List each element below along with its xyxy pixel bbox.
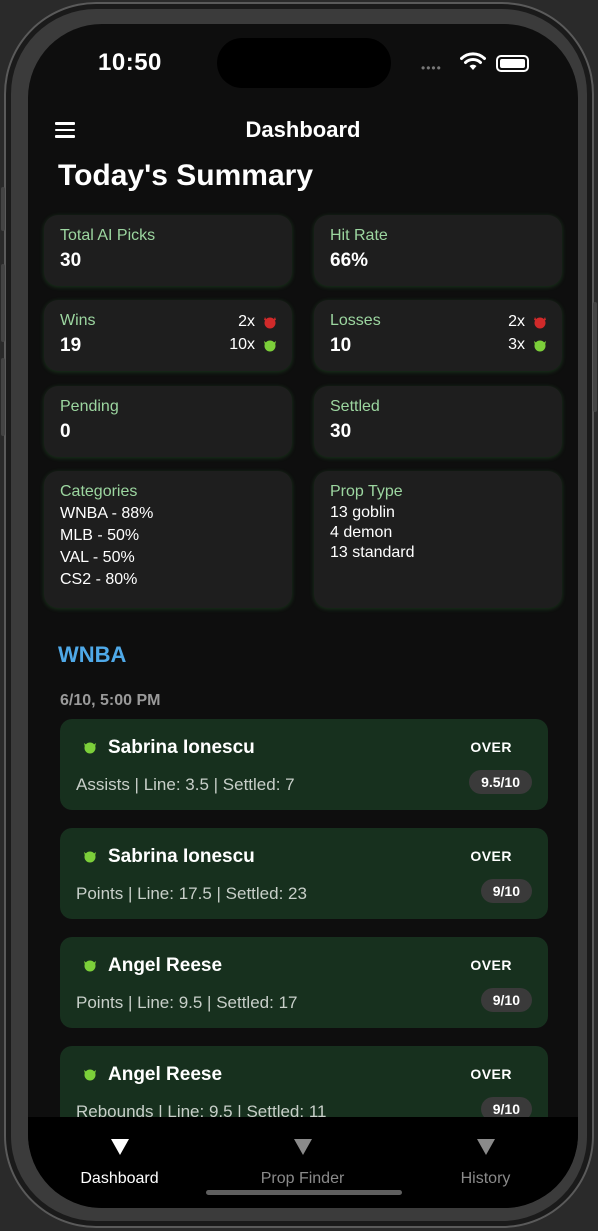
dashboard-scroll-content[interactable]: Today's Summary Total AI Picks 30 Hit Ra… <box>28 154 578 1117</box>
prop-type-item: 4 demon <box>330 524 393 541</box>
tab-history[interactable]: History <box>394 1117 577 1208</box>
status-time: 10:50 <box>98 49 162 76</box>
total-ai-picks-label: Total AI Picks <box>60 227 156 244</box>
wins-goblin-count: 10x <box>229 335 255 353</box>
wins-card: Wins 19 2x 10x <box>44 300 292 371</box>
pick-details: Rebounds | Line: 9.5 | Settled: 11 <box>76 1102 327 1117</box>
pick-score-badge: 9/10 <box>480 879 532 903</box>
pick-direction: OVER <box>470 1066 512 1082</box>
sport-section-title: WNBA <box>58 642 127 667</box>
battery-icon <box>496 55 529 72</box>
goblin-icon <box>84 1069 96 1081</box>
pick-player-name: Angel Reese <box>108 1064 223 1085</box>
pending-value: 0 <box>60 421 71 442</box>
prop-type-label: Prop Type <box>330 483 403 500</box>
categories-label: Categories <box>60 483 138 500</box>
pick-direction: OVER <box>470 739 512 755</box>
losses-goblin-count: 3x <box>508 335 525 353</box>
pick-card[interactable]: Angel Reese OVER Rebounds | Line: 9.5 | … <box>60 1046 548 1117</box>
pick-details: Assists | Line: 3.5 | Settled: 7 <box>76 775 295 794</box>
volume-down-button <box>1 358 5 436</box>
tab-label: History <box>460 1170 511 1187</box>
wins-demon-count: 2x <box>238 312 255 330</box>
tab-dashboard[interactable]: Dashboard <box>28 1117 211 1208</box>
category-item: MLB - 50% <box>60 527 140 544</box>
losses-demon-count: 2x <box>508 312 525 330</box>
settled-card: Settled 30 <box>314 386 562 457</box>
category-item: VAL - 50% <box>60 549 135 566</box>
pick-direction: OVER <box>470 848 512 864</box>
phone-frame: 10:50 •••• Dashboard Today's Summary Tot… <box>1 2 597 1228</box>
prop-type-item: 13 standard <box>330 544 415 561</box>
demon-icon <box>534 316 546 328</box>
pick-details: Points | Line: 17.5 | Settled: 23 <box>76 884 307 903</box>
page-title: Dashboard <box>245 117 361 142</box>
power-button <box>593 302 597 412</box>
pick-score-badge: 9/10 <box>480 988 532 1012</box>
losses-card: Losses 10 2x 3x <box>314 300 562 371</box>
pick-player-name: Sabrina Ionescu <box>108 846 255 867</box>
settled-label: Settled <box>330 398 380 415</box>
goblin-icon <box>534 340 546 351</box>
pick-card[interactable]: Angel Reese OVER Points | Line: 9.5 | Se… <box>60 937 548 1028</box>
tab-label: Dashboard <box>80 1170 159 1187</box>
dynamic-island <box>217 38 391 88</box>
pending-label: Pending <box>60 398 119 415</box>
category-item: WNBA - 88% <box>60 505 154 522</box>
pending-card: Pending 0 <box>44 386 292 457</box>
volume-up-button <box>1 264 5 342</box>
goblin-icon <box>84 960 96 972</box>
game-date-label: 6/10, 5:00 PM <box>60 692 161 709</box>
goblin-icon <box>264 340 276 351</box>
cellular-signal-icon: •••• <box>421 61 442 75</box>
wins-multipliers: 2x 10x <box>229 310 278 356</box>
pick-details: Points | Line: 9.5 | Settled: 17 <box>76 993 298 1012</box>
category-item: CS2 - 80% <box>60 571 138 588</box>
wifi-icon <box>460 52 486 70</box>
pick-score-badge: 9/10 <box>480 1097 532 1117</box>
hit-rate-label: Hit Rate <box>330 227 388 244</box>
summary-title: Today's Summary <box>58 159 313 192</box>
pick-score-badge: 9.5/10 <box>469 770 532 794</box>
prop-finder-tab-icon <box>293 1139 312 1155</box>
goblin-icon <box>84 851 96 863</box>
total-ai-picks-value: 30 <box>60 250 82 271</box>
prop-type-list: 13 goblin 4 demon 13 standard <box>330 503 546 563</box>
history-tab-icon <box>476 1139 495 1155</box>
goblin-icon <box>84 742 96 754</box>
pick-player-name: Angel Reese <box>108 955 223 976</box>
categories-list: WNBA - 88% MLB - 50% VAL - 50% CS2 - 80% <box>60 503 276 591</box>
status-bar: 10:50 •••• <box>28 24 578 104</box>
total-ai-picks-card: Total AI Picks 30 <box>44 215 292 286</box>
settled-value: 30 <box>330 421 352 442</box>
home-indicator[interactable] <box>206 1190 402 1195</box>
demon-icon <box>264 316 276 328</box>
dashboard-tab-icon <box>110 1139 129 1155</box>
losses-multipliers: 2x 3x <box>508 310 548 356</box>
pick-player-name: Sabrina Ionescu <box>108 737 255 758</box>
hit-rate-value: 66% <box>330 250 369 271</box>
screen: 10:50 •••• Dashboard Today's Summary Tot… <box>28 24 578 1208</box>
tab-label: Prop Finder <box>260 1170 345 1187</box>
pick-card[interactable]: Sabrina Ionescu OVER Points | Line: 17.5… <box>60 828 548 919</box>
mute-switch <box>1 187 5 231</box>
categories-card: Categories WNBA - 88% MLB - 50% VAL - 50… <box>44 471 292 608</box>
prop-type-item: 13 goblin <box>330 504 395 521</box>
hit-rate-card: Hit Rate 66% <box>314 215 562 286</box>
prop-type-card: Prop Type 13 goblin 4 demon 13 standard <box>314 471 562 608</box>
pick-direction: OVER <box>470 957 512 973</box>
pick-card[interactable]: Sabrina Ionescu OVER Assists | Line: 3.5… <box>60 719 548 810</box>
